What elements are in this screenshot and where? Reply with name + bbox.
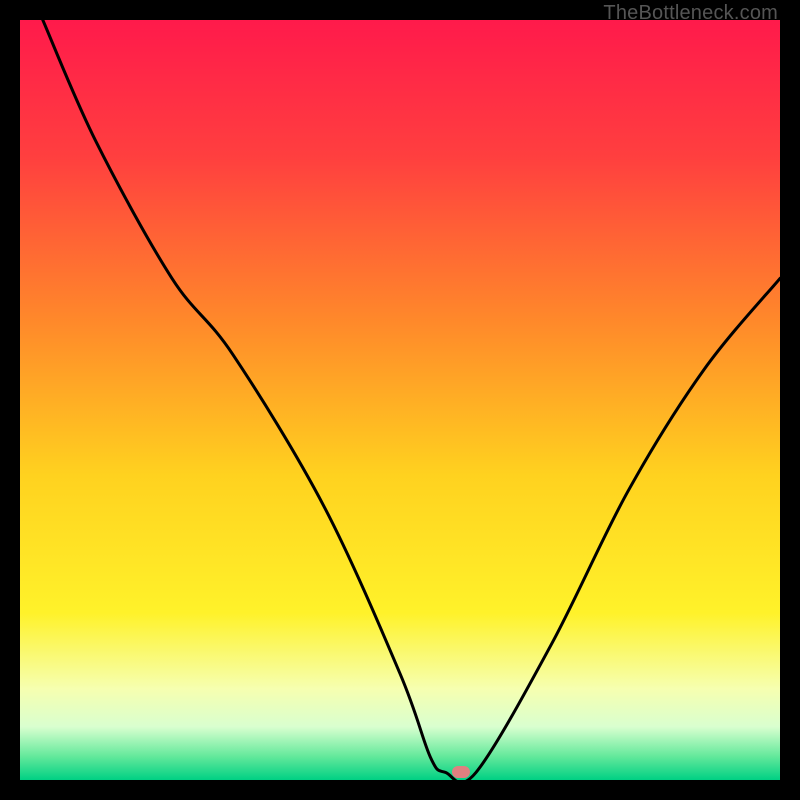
chart-frame: TheBottleneck.com bbox=[0, 0, 800, 800]
watermark-text: TheBottleneck.com bbox=[603, 2, 778, 25]
plot-area bbox=[20, 20, 780, 780]
bottleneck-curve bbox=[20, 20, 780, 780]
optimum-marker bbox=[452, 766, 470, 778]
